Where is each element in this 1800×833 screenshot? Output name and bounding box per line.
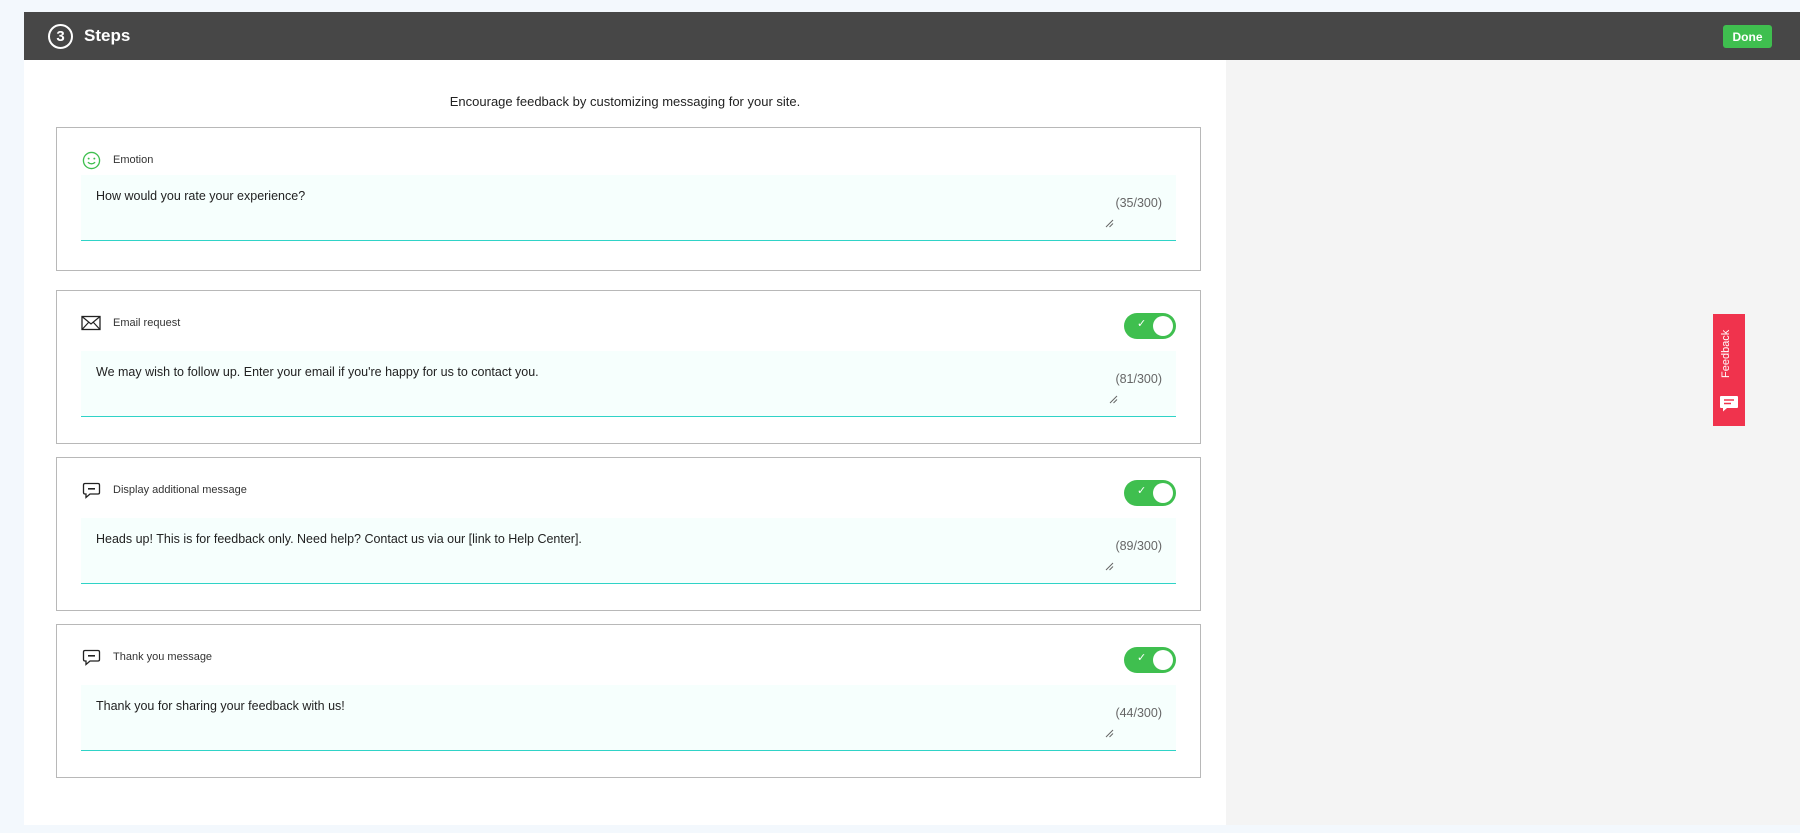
thank-you-message-toggle[interactable]: ✓ — [1124, 647, 1176, 673]
feedback-tab[interactable]: Feedback — [1713, 314, 1745, 426]
envelope-icon — [81, 313, 101, 333]
emotion-card: Emotion How would you rate your experien… — [56, 127, 1201, 271]
email-request-text: We may wish to follow up. Enter your ema… — [96, 365, 539, 379]
app-window: 3 Steps Done Encourage feedback by custo… — [24, 12, 1800, 825]
thank-you-message-textarea[interactable]: Thank you for sharing your feedback with… — [81, 685, 1176, 751]
toggle-knob — [1153, 316, 1173, 336]
chat-bubble-icon — [81, 480, 101, 500]
email-request-toggle[interactable]: ✓ — [1124, 313, 1176, 339]
email-request-card: Email request ✓ We may wish to follow up… — [56, 290, 1201, 444]
toggle-knob — [1153, 483, 1173, 503]
resize-handle-icon[interactable] — [1105, 219, 1114, 228]
emotion-label: Emotion — [113, 154, 154, 166]
thank-you-message-char-counter: (44/300) — [1115, 706, 1162, 720]
done-button[interactable]: Done — [1723, 25, 1772, 48]
smiley-icon — [81, 150, 101, 170]
editor-panel: Encourage feedback by customizing messag… — [24, 60, 1226, 825]
check-icon: ✓ — [1137, 318, 1147, 330]
emotion-textarea[interactable]: How would you rate your experience? (35/… — [81, 175, 1176, 241]
step-number-badge: 3 — [48, 23, 73, 49]
additional-message-toggle[interactable]: ✓ — [1124, 480, 1176, 506]
thank-you-message-text: Thank you for sharing your feedback with… — [96, 699, 345, 713]
check-icon: ✓ — [1137, 652, 1147, 664]
additional-message-card: Display additional message ✓ Heads up! T… — [56, 457, 1201, 611]
intro-text: Encourage feedback by customizing messag… — [449, 94, 801, 109]
additional-message-char-counter: (89/300) — [1115, 539, 1162, 553]
page-title: Steps — [84, 26, 131, 45]
additional-message-textarea[interactable]: Heads up! This is for feedback only. Nee… — [81, 518, 1176, 584]
additional-message-label: Display additional message — [113, 484, 247, 496]
thank-you-message-card: Thank you message ✓ Thank you for sharin… — [56, 624, 1201, 778]
toggle-knob — [1153, 650, 1173, 670]
resize-handle-icon[interactable] — [1105, 729, 1114, 738]
preview-panel — [1226, 60, 1800, 825]
top-bar: 3 Steps Done — [24, 12, 1800, 60]
thank-you-message-label: Thank you message — [113, 651, 213, 663]
emotion-char-counter: (35/300) — [1115, 196, 1162, 210]
check-icon: ✓ — [1137, 485, 1147, 497]
email-request-textarea[interactable]: We may wish to follow up. Enter your ema… — [81, 351, 1176, 417]
chat-icon — [1720, 396, 1738, 412]
email-request-char-counter: (81/300) — [1115, 372, 1162, 386]
additional-message-text: Heads up! This is for feedback only. Nee… — [96, 532, 582, 546]
resize-handle-icon[interactable] — [1109, 395, 1118, 404]
feedback-tab-label: Feedback — [1720, 329, 1732, 378]
email-request-label: Email request — [113, 317, 181, 329]
resize-handle-icon[interactable] — [1105, 562, 1114, 571]
emotion-text: How would you rate your experience? — [96, 189, 306, 203]
chat-bubble-icon — [81, 647, 101, 667]
